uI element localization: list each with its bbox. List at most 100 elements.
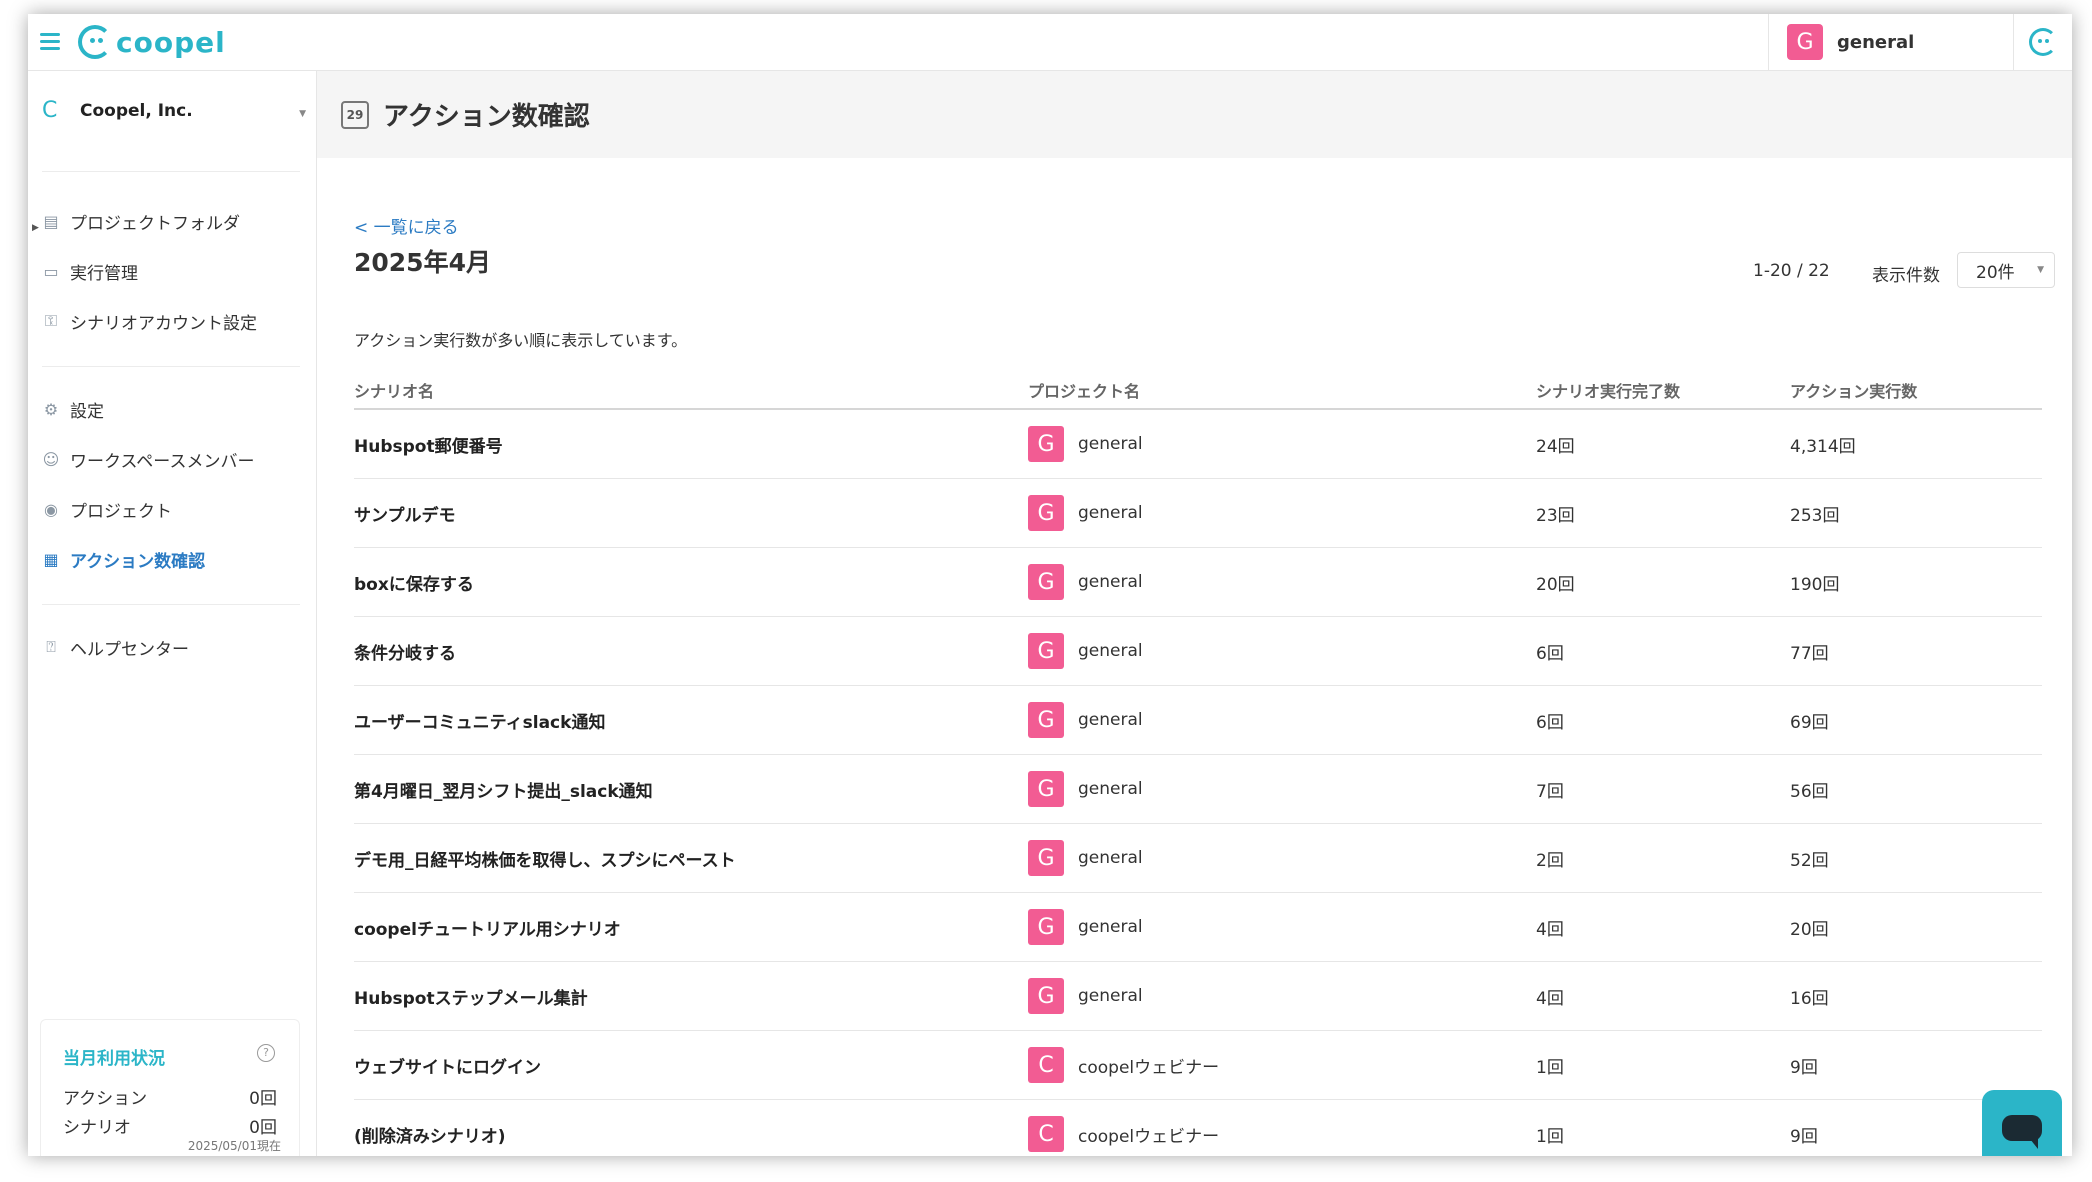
project-cell: Ggeneral	[1028, 410, 1143, 478]
pagination-range: 1-20 / 22	[1753, 261, 1830, 281]
completed-count: 6回	[1536, 643, 1564, 664]
sidebar-item-action-count[interactable]: ▦ アクション数確認	[42, 539, 302, 579]
table-row[interactable]: サンプルデモ Ggeneral 23回 253回	[354, 479, 2042, 548]
usage-scenario-value: 0回	[249, 1118, 277, 1138]
usage-row-action: アクション 0回	[63, 1084, 277, 1109]
header-completed-count[interactable]: シナリオ実行完了数	[1536, 378, 1680, 402]
menu-icon[interactable]	[38, 30, 62, 54]
table-row[interactable]: デモ用_日経平均株価を取得し、スプシにペースト Ggeneral 2回 52回	[354, 824, 2042, 893]
page-header: 29 アクション数確認	[317, 71, 2072, 158]
help-icon: ⍰	[46, 637, 56, 656]
table-row[interactable]: 条件分岐する Ggeneral 6回 77回	[354, 617, 2042, 686]
table-body: Hubspot郵便番号 Ggeneral 24回 4,314回 サンプルデモ Ggener…	[354, 410, 2042, 1156]
table-row[interactable]: boxに保存する Ggeneral 20回 190回	[354, 548, 2042, 617]
project-name: coopelウェビナー	[1078, 1057, 1220, 1078]
sidebar-item-label: シナリオアカウント設定	[70, 313, 257, 334]
workspace-name: general	[1837, 31, 1915, 53]
table-row[interactable]: Hubspot郵便番号 Ggeneral 24回 4,314回	[354, 410, 2042, 479]
org-switcher[interactable]: C Coopel, Inc. ▼	[28, 81, 316, 141]
org-name: Coopel, Inc.	[80, 101, 193, 121]
window-icon: ▭	[43, 261, 59, 281]
coopel-icon	[2029, 28, 2057, 56]
header-project-name[interactable]: プロジェクト名	[1028, 378, 1140, 402]
scenario-name[interactable]: Hubspotステップメール集計	[354, 962, 588, 1030]
usage-scenario-label: シナリオ	[63, 1118, 131, 1138]
completed-count: 20回	[1536, 574, 1575, 595]
usage-action-value: 0回	[249, 1089, 277, 1109]
project-cell: Ggeneral	[1028, 755, 1143, 823]
project-name: coopelウェビナー	[1078, 1126, 1220, 1147]
table-description: アクション実行数が多い順に表示しています。	[354, 331, 688, 350]
calendar-icon: ▦	[43, 549, 59, 569]
scenario-name[interactable]: (削除済みシナリオ)	[354, 1100, 506, 1156]
help-circle-icon[interactable]: ?	[257, 1044, 275, 1062]
folder-icon: ▤	[43, 211, 59, 231]
main-content: 29 アクション数確認 < 一覧に戻る 2025年4月 1-20 / 22 表示…	[317, 71, 2072, 1156]
table-row[interactable]: 第4月曜日_翌月シフト提出_slack通知 Ggeneral 7回 56回	[354, 755, 2042, 824]
workspace-switcher[interactable]: G general	[1768, 14, 2049, 70]
table-row[interactable]: Hubspotステップメール集計 Ggeneral 4回 16回	[354, 962, 2042, 1031]
caret-right-icon[interactable]: ▶	[32, 223, 39, 233]
sidebar-item-project-folder[interactable]: ▤ プロジェクトフォルダ	[42, 201, 302, 241]
per-page-select[interactable]: 20件 ▼	[1957, 252, 2055, 288]
sidebar-item-project[interactable]: ◉ プロジェクト	[42, 489, 302, 529]
sidebar-item-label: ワークスペースメンバー	[70, 451, 255, 472]
action-count: 77回	[1790, 643, 1829, 664]
coopel-logo[interactable]: coopel	[78, 22, 226, 62]
project-badge: G	[1028, 495, 1064, 531]
sidebar-item-scenario-account[interactable]: ⚿ シナリオアカウント設定	[42, 301, 302, 341]
completed-count: 4回	[1536, 919, 1564, 940]
action-count: 20回	[1790, 919, 1829, 940]
scenario-name[interactable]: 条件分岐する	[354, 617, 456, 685]
per-page-value: 20件	[1976, 262, 2015, 283]
table-row[interactable]: coopelチュートリアル用シナリオ Ggeneral 4回 20回	[354, 893, 2042, 962]
workspace-badge: G	[1787, 24, 1823, 60]
action-count: 253回	[1790, 505, 1840, 526]
table-row[interactable]: ウェブサイトにログイン Ccoopelウェビナー 1回 9回	[354, 1031, 2042, 1100]
sidebar-item-help-center[interactable]: ⍰ ヘルプセンター	[42, 627, 302, 667]
org-icon: C	[42, 98, 58, 123]
project-badge: G	[1028, 771, 1064, 807]
usage-action-label: アクション	[63, 1089, 148, 1109]
sidebar-item-label: プロジェクトフォルダ	[70, 213, 240, 234]
header-action-count[interactable]: アクション実行数	[1790, 378, 1917, 402]
project-cell: Ggeneral	[1028, 893, 1143, 961]
chat-button[interactable]	[1982, 1090, 2062, 1156]
table-row[interactable]: (削除済みシナリオ) Ccoopelウェビナー 1回 9回	[354, 1100, 2042, 1156]
completed-count: 23回	[1536, 505, 1575, 526]
top-bar: coopel G general	[28, 14, 2072, 71]
sidebar-item-members[interactable]: ☺ ワークスペースメンバー	[42, 439, 302, 479]
sidebar-item-label: プロジェクト	[70, 501, 172, 522]
project-badge: G	[1028, 702, 1064, 738]
back-to-list-link[interactable]: < 一覧に戻る	[354, 213, 459, 238]
user-menu-button[interactable]	[2013, 14, 2072, 70]
divider	[42, 171, 300, 172]
completed-count: 24回	[1536, 436, 1575, 457]
app-window: coopel G general C Coopel, Inc. ▼ ▶ ▤ プロ…	[28, 14, 2072, 1156]
scenario-name[interactable]: ユーザーコミュニティslack通知	[354, 686, 605, 754]
scenario-name[interactable]: サンプルデモ	[354, 479, 456, 547]
scenario-name[interactable]: ウェブサイトにログイン	[354, 1031, 541, 1099]
completed-count: 6回	[1536, 712, 1564, 733]
scenario-name[interactable]: デモ用_日経平均株価を取得し、スプシにペースト	[354, 824, 736, 892]
table-row[interactable]: ユーザーコミュニティslack通知 Ggeneral 6回 69回	[354, 686, 2042, 755]
logo-text: coopel	[116, 25, 226, 59]
sidebar: C Coopel, Inc. ▼ ▶ ▤ プロジェクトフォルダ ▭ 実行管理 ⚿…	[28, 71, 317, 1156]
sidebar-item-label: 実行管理	[70, 263, 138, 284]
scenario-name[interactable]: 第4月曜日_翌月シフト提出_slack通知	[354, 755, 653, 823]
chat-bubble-icon	[2002, 1115, 2042, 1149]
completed-count: 2回	[1536, 850, 1564, 871]
scenario-name[interactable]: Hubspot郵便番号	[354, 410, 503, 478]
scenario-name[interactable]: coopelチュートリアル用シナリオ	[354, 893, 621, 961]
sidebar-item-settings[interactable]: ⚙ 設定	[42, 389, 302, 429]
project-cell: Ccoopelウェビナー	[1028, 1100, 1219, 1156]
project-cell: Ccoopelウェビナー	[1028, 1031, 1219, 1099]
project-name: general	[1078, 503, 1143, 523]
sidebar-item-execution[interactable]: ▭ 実行管理	[42, 251, 302, 291]
usage-title[interactable]: 当月利用状況	[63, 1044, 165, 1069]
action-count: 16回	[1790, 988, 1829, 1009]
scenario-name[interactable]: boxに保存する	[354, 548, 474, 616]
project-name: general	[1078, 434, 1143, 454]
action-count: 9回	[1790, 1057, 1818, 1078]
header-scenario-name[interactable]: シナリオ名	[354, 378, 434, 402]
